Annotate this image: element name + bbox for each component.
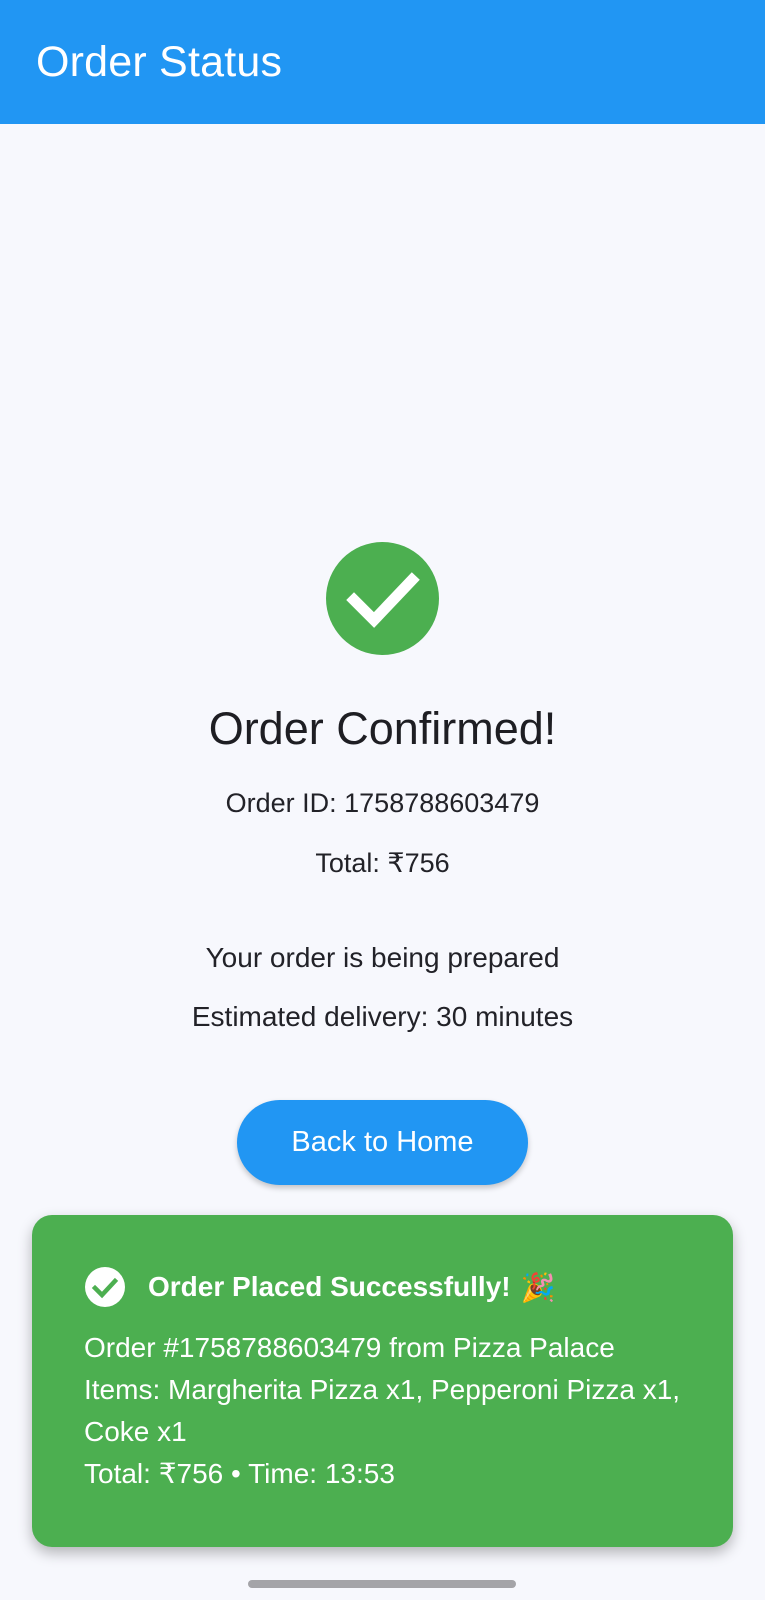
snackbar-order-line: Order #1758788603479 from Pizza Palace — [84, 1332, 615, 1363]
check-circle-icon — [326, 542, 439, 655]
order-id-text: Order ID: 1758788603479 — [225, 788, 540, 818]
estimated-delivery-text: Estimated delivery: 30 minutes — [191, 1001, 574, 1032]
page-title: Order Status — [36, 37, 283, 86]
order-status-text: Your order is being prepared — [205, 942, 560, 973]
check-circle-icon — [84, 1266, 126, 1308]
snackbar-total-line: Total: ₹756 • Time: 13:53 — [84, 1458, 395, 1489]
back-to-home-button[interactable]: Back to Home — [237, 1100, 528, 1185]
snackbar-header: Order Placed Successfully! 🎉 — [84, 1265, 683, 1309]
confirmation-heading: Order Confirmed! — [208, 703, 557, 754]
gesture-navigation-bar[interactable] — [248, 1580, 516, 1588]
snackbar-message: Order #1758788603479 from Pizza Palace I… — [84, 1327, 684, 1495]
order-success-snackbar: Order Placed Successfully! 🎉 Order #1758… — [32, 1215, 733, 1547]
app-bar: Order Status — [0, 0, 765, 124]
snackbar-items-line: Items: Margherita Pizza x1, Pepperoni Pi… — [84, 1374, 681, 1447]
party-popper-icon: 🎉 — [520, 1270, 556, 1304]
order-total-text: Total: ₹756 — [315, 848, 450, 878]
snackbar-title: Order Placed Successfully! — [148, 1271, 511, 1302]
